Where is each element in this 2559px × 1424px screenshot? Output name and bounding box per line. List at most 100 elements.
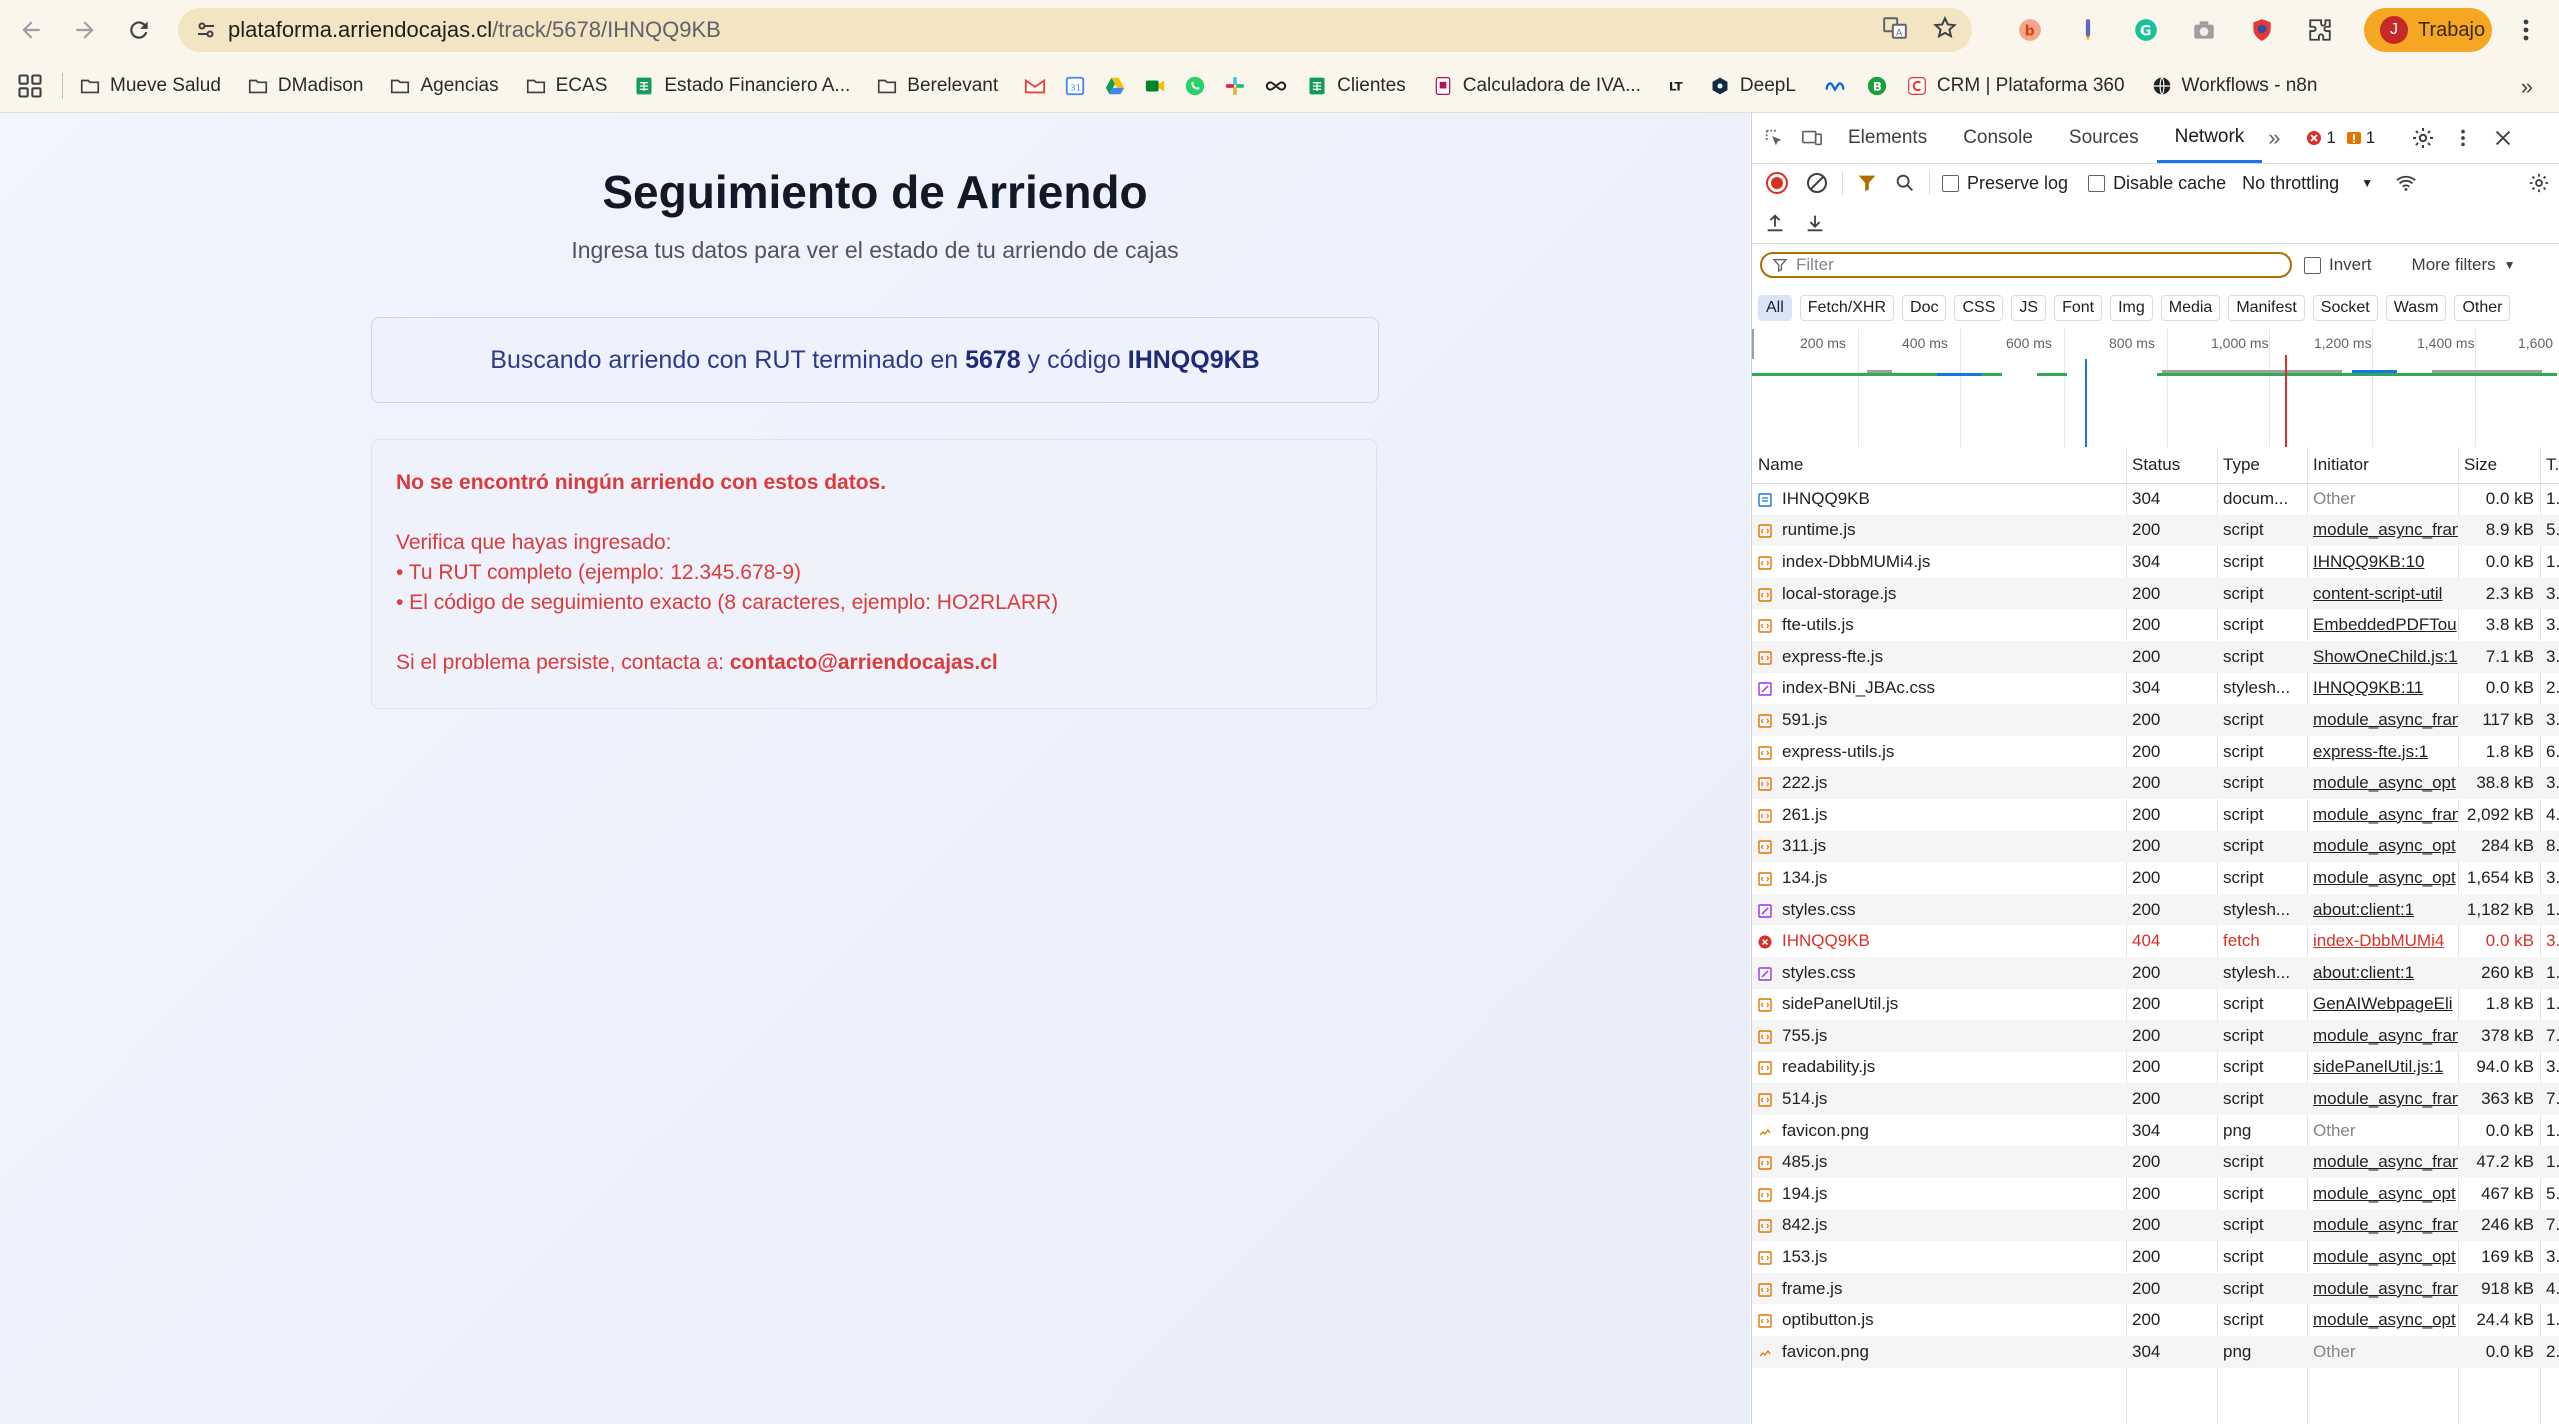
whatsapp-icon[interactable] <box>1184 75 1206 97</box>
column-header-name[interactable]: Name <box>1752 447 2126 483</box>
extension-b-icon[interactable]: b <box>2016 16 2044 44</box>
request-initiator[interactable]: module_async_opt <box>2307 767 2458 799</box>
request-row[interactable]: readability.js 200 script sidePanelUtil.js:… <box>1752 1052 2559 1084</box>
infinity-icon[interactable] <box>1264 75 1288 97</box>
reload-button[interactable] <box>112 3 166 57</box>
column-header-t[interactable]: T. <box>2540 447 2559 483</box>
request-row[interactable]: 755.js 200 script module_async_fran 378 kB 7. <box>1752 1020 2559 1052</box>
request-initiator[interactable]: module_async_opt <box>2307 1178 2458 1210</box>
request-row[interactable]: fte-utils.js 200 script EmbeddedPDFTou 3.8 k… <box>1752 609 2559 641</box>
request-row[interactable]: IHNQQ9KB 304 docum... Other 0.0 kB 1. <box>1752 483 2559 515</box>
record-stop-icon[interactable] <box>1764 170 1790 196</box>
inspect-element-icon[interactable] <box>1762 126 1786 150</box>
bookmark-deepl[interactable]: DeepL <box>1709 75 1796 97</box>
bookmark-clientes[interactable]: Clientes <box>1306 75 1406 97</box>
request-row[interactable]: 222.js 200 script module_async_opt 38.8 kB 3. <box>1752 767 2559 799</box>
request-initiator[interactable]: module_async_fran <box>2307 1146 2458 1178</box>
request-initiator[interactable]: module_async_opt <box>2307 831 2458 863</box>
extensions-puzzle-icon[interactable] <box>2306 16 2334 44</box>
filter-doc[interactable]: Doc <box>1902 295 1947 321</box>
close-devtools-icon[interactable] <box>2491 126 2515 150</box>
filter-wasm[interactable]: Wasm <box>2385 295 2447 321</box>
extension-grammarly-icon[interactable]: G <box>2132 16 2160 44</box>
preserve-log-checkbox[interactable]: Preserve log <box>1942 173 2068 194</box>
request-initiator[interactable]: module_async_fran <box>2307 1020 2458 1052</box>
throttling-select[interactable]: No throttling ▼ <box>2242 173 2373 194</box>
request-initiator[interactable]: IHNQQ9KB:11 <box>2307 673 2458 705</box>
request-initiator[interactable]: GenAIWebpageEli <box>2307 989 2458 1021</box>
request-row[interactable]: IHNQQ9KB 404 fetch index-DbbMUMi4 0.0 kB 3. <box>1752 925 2559 957</box>
request-row[interactable]: index-DbbMUMi4.js 304 script IHNQQ9KB:10 0.0… <box>1752 546 2559 578</box>
export-har-icon[interactable] <box>1804 211 1828 235</box>
request-row[interactable]: favicon.png 304 png Other 0.0 kB 1. <box>1752 1115 2559 1147</box>
bookmark-star-icon[interactable] <box>1932 15 1958 46</box>
request-initiator[interactable]: module_async_opt <box>2307 1304 2458 1336</box>
request-initiator[interactable]: module_async_fran <box>2307 1210 2458 1242</box>
drive-icon[interactable] <box>1104 75 1126 97</box>
request-row[interactable]: 261.js 200 script module_async_fran 2,092 kB… <box>1752 799 2559 831</box>
filter-other[interactable]: Other <box>2454 295 2511 321</box>
request-row[interactable]: 153.js 200 script module_async_opt 169 kB 3. <box>1752 1241 2559 1273</box>
request-row[interactable]: runtime.js 200 script module_async_fran 8.9 … <box>1752 514 2559 547</box>
filter-all[interactable]: All <box>1758 295 1792 321</box>
request-initiator[interactable]: module_async_fran <box>2307 704 2458 736</box>
request-row[interactable]: local-storage.js 200 script content-script-… <box>1752 577 2559 610</box>
network-settings-icon[interactable] <box>2528 171 2552 195</box>
filter-socket[interactable]: Socket <box>2312 295 2378 321</box>
extension-shield-icon[interactable] <box>2248 16 2276 44</box>
request-row[interactable]: sidePanelUtil.js 200 script GenAIWebpageEli… <box>1752 989 2559 1021</box>
column-header-type[interactable]: Type <box>2217 447 2307 483</box>
back-button[interactable] <box>4 3 58 57</box>
filter-fetch-xhr[interactable]: Fetch/XHR <box>1799 295 1895 321</box>
request-initiator[interactable]: about:client:1 <box>2307 957 2458 989</box>
network-conditions-icon[interactable] <box>2395 171 2419 195</box>
b-icon[interactable]: B <box>1866 75 1888 97</box>
profile-button[interactable]: J Trabajo <box>2364 8 2492 52</box>
gmail-icon[interactable] <box>1024 75 1046 97</box>
column-header-initiator[interactable]: Initiator <box>2307 447 2458 483</box>
request-initiator[interactable]: module_async_opt <box>2307 1241 2458 1273</box>
search-icon[interactable] <box>1893 171 1917 195</box>
devtools-settings-icon[interactable] <box>2411 126 2435 150</box>
request-row[interactable]: index-BNi_JBAc.css 304 stylesh... IHNQQ9KB:… <box>1752 673 2559 705</box>
request-initiator[interactable]: express-fte.js:1 <box>2307 736 2458 768</box>
device-toolbar-icon[interactable] <box>1800 126 1824 150</box>
request-initiator[interactable]: EmbeddedPDFTou <box>2307 609 2458 641</box>
request-row[interactable]: styles.css 200 stylesh... about:client:1 1,1… <box>1752 893 2559 926</box>
request-row[interactable]: frame.js 200 script module_async_fran 918 kB… <box>1752 1272 2559 1305</box>
meta-icon[interactable] <box>1822 75 1848 97</box>
request-initiator[interactable]: module_async_fran <box>2307 515 2458 547</box>
bookmark-ecas[interactable]: ECAS <box>525 75 607 97</box>
request-row[interactable]: 842.js 200 script module_async_fran 246 kB 7. <box>1752 1209 2559 1242</box>
request-initiator[interactable]: about:client:1 <box>2307 894 2458 926</box>
tab-sources[interactable]: Sources <box>2051 113 2157 163</box>
warning-count-badge[interactable]: 1 <box>2346 128 2375 148</box>
network-overview-timeline[interactable]: 200 ms 400 ms 600 ms 800 ms 1,000 ms 1,200 ms… <box>1752 329 2559 448</box>
request-initiator[interactable]: sidePanelUtil.js:1 <box>2307 1052 2458 1084</box>
request-initiator[interactable]: IHNQQ9KB:10 <box>2307 546 2458 578</box>
calendar-icon[interactable]: 31 <box>1064 75 1086 97</box>
column-header-status[interactable]: Status <box>2126 447 2217 483</box>
clear-icon[interactable] <box>1804 170 1830 196</box>
tab-console[interactable]: Console <box>1945 113 2051 163</box>
devtools-menu-icon[interactable] <box>2451 126 2475 150</box>
filter-input[interactable]: Filter <box>1760 252 2292 278</box>
bookmark-workflows-n8n[interactable]: Workflows - n8n <box>2151 75 2317 97</box>
filter-css[interactable]: CSS <box>1954 295 2004 321</box>
request-initiator[interactable]: content-script-util <box>2307 578 2458 610</box>
meet-icon[interactable] <box>1144 75 1166 97</box>
extension-pen-icon[interactable] <box>2074 16 2102 44</box>
request-row[interactable]: express-utils.js 200 script express-fte.js:… <box>1752 736 2559 768</box>
filter-media[interactable]: Media <box>2160 295 2221 321</box>
apps-grid-icon[interactable] <box>16 72 44 100</box>
request-row[interactable]: 514.js 200 script module_async_fran 363 kB 7. <box>1752 1083 2559 1115</box>
request-initiator[interactable]: module_async_opt <box>2307 862 2458 894</box>
bookmark-berelevant[interactable]: Berelevant <box>876 75 998 97</box>
request-row[interactable]: 134.js 200 script module_async_opt 1,654 kB 3… <box>1752 862 2559 894</box>
filter-img[interactable]: Img <box>2110 295 2153 321</box>
contact-email-link[interactable]: contacto@arriendocajas.cl <box>730 651 998 674</box>
more-tabs-icon[interactable]: » <box>2262 125 2286 150</box>
bookmark-estado-financiero-a[interactable]: Estado Financiero A... <box>633 75 850 97</box>
request-row[interactable]: 591.js 200 script module_async_fran 117 kB 3. <box>1752 704 2559 736</box>
translate-icon[interactable]: A <box>1882 15 1908 46</box>
